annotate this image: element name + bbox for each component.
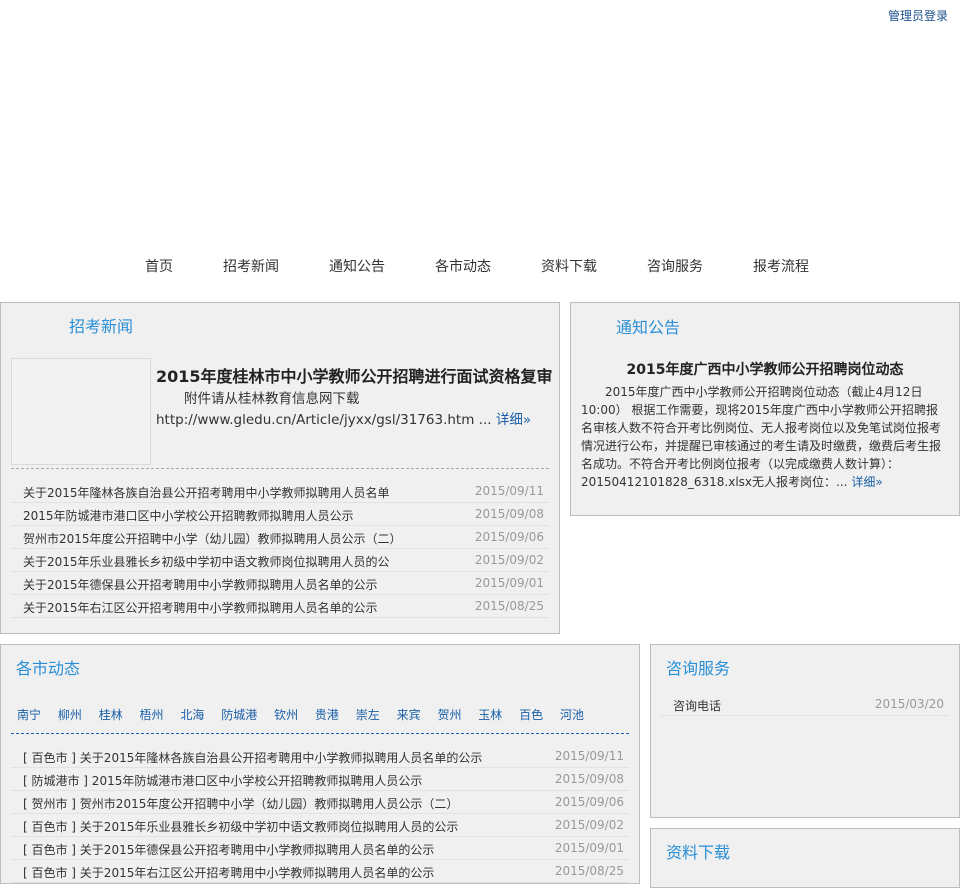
news-row-title[interactable]: 关于2015年右江区公开招考聘用中小学教师拟聘用人员名单的公示 — [23, 599, 378, 616]
news-list: 关于2015年隆林各族自治县公开招考聘用中小学教师拟聘用人员名单 2015/09/… — [11, 480, 549, 618]
notice-item-title[interactable]: 2015年度广西中小学教师公开招聘岗位动态 — [571, 359, 959, 379]
city-news-row: [ 百色市 ] 关于2015年右江区公开招考聘用中小学教师拟聘用人员名单的公示 2… — [11, 860, 629, 883]
city-news-row-date: 2015/09/02 — [554, 818, 624, 832]
news-row: 关于2015年隆林各族自治县公开招考聘用中小学教师拟聘用人员名单 2015/09/… — [11, 480, 549, 503]
city-news-row: [ 防城港市 ] 2015年防城港市港口区中小学校公开招聘教师拟聘用人员公示 20… — [11, 768, 629, 791]
city-news-row: [ 百色市 ] 关于2015年乐业县雅长乡初级中学初中语文教师岗位拟聘用人员的公… — [11, 814, 629, 837]
consult-panel-title[interactable]: 咨询服务 — [666, 655, 730, 679]
city-link[interactable]: 贵港 — [315, 708, 339, 722]
city-news-panel: 各市动态 南宁 柳州 桂林 梧州 北海 防城港 钦州 贵港 崇左 来宾 贺州 玉… — [0, 644, 640, 884]
city-news-row-date: 2015/09/11 — [554, 749, 624, 763]
city-links: 南宁 柳州 桂林 梧州 北海 防城港 钦州 贵港 崇左 来宾 贺州 玉林 百色 … — [17, 706, 597, 723]
city-link[interactable]: 百色 — [519, 708, 543, 722]
featured-summary: 附件请从桂林教育信息网下载 http://www.gledu.cn/Articl… — [156, 389, 551, 431]
city-news-row-date: 2015/08/25 — [554, 864, 624, 878]
featured-title[interactable]: 2015年度桂林市中小学教师公开招聘进行面试资格复审 — [156, 363, 553, 387]
news-row-title[interactable]: 关于2015年德保县公开招考聘用中小学教师拟聘用人员名单的公示 — [23, 576, 378, 593]
city-news-row-date: 2015/09/01 — [554, 841, 624, 855]
news-row-title[interactable]: 贺州市2015年度公开招聘中小学（幼儿园）教师拟聘用人员公示（二） — [23, 530, 402, 547]
city-link[interactable]: 河池 — [560, 708, 584, 722]
news-row-date: 2015/09/06 — [474, 530, 544, 544]
nav-notices[interactable]: 通知公告 — [329, 256, 385, 276]
city-link[interactable]: 玉林 — [478, 708, 502, 722]
download-panel: 资料下载 — [650, 828, 960, 888]
featured-thumbnail[interactable] — [11, 358, 151, 465]
news-row: 关于2015年乐业县雅长乡初级中学初中语文教师岗位拟聘用人员的公 2015/09/… — [11, 549, 549, 572]
consult-row-title[interactable]: 咨询电话 — [673, 697, 721, 714]
nav-home[interactable]: 首页 — [145, 256, 173, 276]
city-news-row: [ 百色市 ] 关于2015年德保县公开招考聘用中小学教师拟聘用人员名单的公示 2… — [11, 837, 629, 860]
main-nav: 首页 招考新闻 通知公告 各市动态 资料下载 咨询服务 报考流程 — [0, 256, 960, 276]
city-news-row-title[interactable]: [ 防城港市 ] 2015年防城港市港口区中小学校公开招聘教师拟聘用人员公示 — [23, 772, 422, 789]
featured-more-link[interactable]: 详细» — [496, 412, 531, 428]
consult-row: 咨询电话 2015/03/20 — [661, 693, 949, 716]
nav-process[interactable]: 报考流程 — [753, 256, 809, 276]
news-row: 关于2015年德保县公开招考聘用中小学教师拟聘用人员名单的公示 2015/09/0… — [11, 572, 549, 595]
city-links-divider — [11, 733, 629, 734]
city-link[interactable]: 来宾 — [397, 708, 421, 722]
nav-city-news[interactable]: 各市动态 — [435, 256, 491, 276]
nav-consult[interactable]: 咨询服务 — [647, 256, 703, 276]
news-panel: 招考新闻 2015年度桂林市中小学教师公开招聘进行面试资格复审 附件请从桂林教育… — [0, 302, 560, 634]
news-row-date: 2015/09/02 — [474, 553, 544, 567]
news-panel-title[interactable]: 招考新闻 — [69, 313, 133, 337]
city-link[interactable]: 北海 — [180, 708, 204, 722]
news-row-title[interactable]: 关于2015年乐业县雅长乡初级中学初中语文教师岗位拟聘用人员的公 — [23, 553, 390, 570]
consult-list: 咨询电话 2015/03/20 — [661, 693, 949, 716]
news-row: 贺州市2015年度公开招聘中小学（幼儿园）教师拟聘用人员公示（二） 2015/09… — [11, 526, 549, 549]
consult-panel: 咨询服务 咨询电话 2015/03/20 — [650, 644, 960, 818]
notice-item-summary: 2015年度广西中小学教师公开招聘岗位动态（截止4月12日10:00） 根据工作… — [581, 383, 946, 491]
city-news-list: [ 百色市 ] 关于2015年隆林各族自治县公开招考聘用中小学教师拟聘用人员名单… — [11, 745, 629, 883]
city-news-row-title[interactable]: [ 百色市 ] 关于2015年德保县公开招考聘用中小学教师拟聘用人员名单的公示 — [23, 841, 434, 858]
consult-row-date: 2015/03/20 — [874, 697, 944, 711]
news-row-date: 2015/08/25 — [474, 599, 544, 613]
news-divider — [11, 468, 549, 469]
city-news-row-title[interactable]: [ 百色市 ] 关于2015年隆林各族自治县公开招考聘用中小学教师拟聘用人员名单… — [23, 749, 482, 766]
city-link[interactable]: 贺州 — [437, 708, 461, 722]
notice-more-link[interactable]: 详细» — [851, 475, 882, 489]
notice-panel: 通知公告 2015年度广西中小学教师公开招聘岗位动态 2015年度广西中小学教师… — [570, 302, 960, 516]
news-row: 关于2015年右江区公开招考聘用中小学教师拟聘用人员名单的公示 2015/08/2… — [11, 595, 549, 618]
city-news-row-date: 2015/09/08 — [554, 772, 624, 786]
city-news-panel-title[interactable]: 各市动态 — [16, 655, 80, 679]
nav-downloads[interactable]: 资料下载 — [541, 256, 597, 276]
admin-login-link[interactable]: 管理员登录 — [888, 7, 948, 24]
city-link[interactable]: 钦州 — [274, 708, 298, 722]
city-news-row-title[interactable]: [ 百色市 ] 关于2015年乐业县雅长乡初级中学初中语文教师岗位拟聘用人员的公… — [23, 818, 458, 835]
news-row-title[interactable]: 关于2015年隆林各族自治县公开招考聘用中小学教师拟聘用人员名单 — [23, 484, 390, 501]
nav-exam-news[interactable]: 招考新闻 — [223, 256, 279, 276]
featured-summary-line1: 附件请从桂林教育信息网下载 — [184, 391, 360, 407]
notice-summary-text: 2015年度广西中小学教师公开招聘岗位动态（截止4月12日10:00） 根据工作… — [581, 385, 942, 489]
city-link[interactable]: 崇左 — [356, 708, 380, 722]
news-row-date: 2015/09/01 — [474, 576, 544, 590]
news-row-date: 2015/09/08 — [474, 507, 544, 521]
city-link[interactable]: 桂林 — [99, 708, 123, 722]
city-news-row-title[interactable]: [ 贺州市 ] 贺州市2015年度公开招聘中小学（幼儿园）教师拟聘用人员公示（二… — [23, 795, 458, 812]
download-panel-title[interactable]: 资料下载 — [666, 839, 730, 863]
city-link[interactable]: 梧州 — [140, 708, 164, 722]
news-row: 2015年防城港市港口区中小学校公开招聘教师拟聘用人员公示 2015/09/08 — [11, 503, 549, 526]
city-news-row: [ 百色市 ] 关于2015年隆林各族自治县公开招考聘用中小学教师拟聘用人员名单… — [11, 745, 629, 768]
featured-summary-line2: http://www.gledu.cn/Article/jyxx/gsl/317… — [156, 412, 492, 428]
city-link[interactable]: 防城港 — [221, 708, 257, 722]
news-row-title[interactable]: 2015年防城港市港口区中小学校公开招聘教师拟聘用人员公示 — [23, 507, 354, 524]
notice-panel-title[interactable]: 通知公告 — [616, 314, 680, 338]
city-news-row-date: 2015/09/06 — [554, 795, 624, 809]
city-news-row: [ 贺州市 ] 贺州市2015年度公开招聘中小学（幼儿园）教师拟聘用人员公示（二… — [11, 791, 629, 814]
news-row-date: 2015/09/11 — [474, 484, 544, 498]
city-link[interactable]: 南宁 — [17, 708, 41, 722]
city-link[interactable]: 柳州 — [58, 708, 82, 722]
